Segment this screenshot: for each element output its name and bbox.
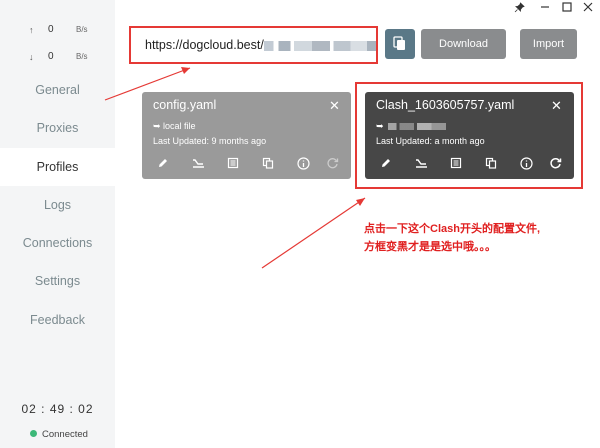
arrow-head-icon xyxy=(356,198,365,206)
arrow-to-selected-card xyxy=(261,197,366,269)
annotation-line-2: 方框变黑才是是选中哦。。。 xyxy=(364,241,496,253)
annotation-line-1: 点击一下这个Clash开头的配置文件, xyxy=(364,223,541,235)
annotation-text: 点击一下这个Clash开头的配置文件, 方框变黑才是是选中哦。。。 xyxy=(364,220,540,256)
arrow-to-url-input xyxy=(104,67,191,101)
